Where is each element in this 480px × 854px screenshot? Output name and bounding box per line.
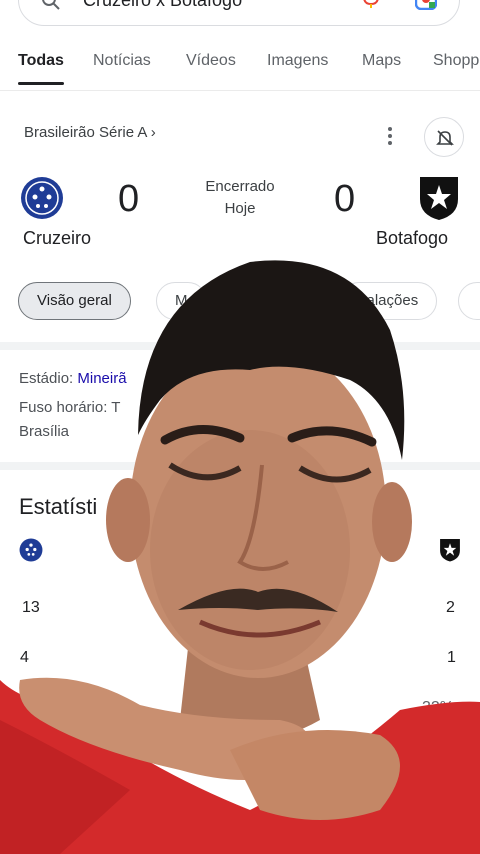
follow-button[interactable] [424,117,464,157]
tab-imagens[interactable]: Imagens [267,52,328,70]
more-options-icon[interactable] [380,124,400,153]
mic-icon[interactable] [363,0,379,14]
search-query[interactable]: Cruzeiro x Botafogo [83,0,242,11]
tab-videos[interactable]: Vídeos [186,52,236,70]
search-tabs: Todas Notícias Vídeos Imagens Maps Shopp [0,52,480,92]
away-team-name[interactable]: Botafogo [376,228,448,249]
home-team-name[interactable]: Cruzeiro [23,228,91,249]
league-link[interactable]: Brasileirão Série A › [24,124,156,141]
tab-todas[interactable]: Todas [18,52,64,70]
cruzeiro-logo[interactable] [20,176,64,225]
tab-maps[interactable]: Maps [362,52,401,70]
camera-overlay-person [0,260,480,854]
match-status: Encerrado [205,178,275,195]
bell-off-icon [436,130,454,146]
home-score: 0 [118,178,140,220]
lens-icon[interactable] [414,0,438,15]
away-score: 0 [334,178,356,220]
botafogo-logo[interactable] [418,175,460,226]
divider [0,90,480,91]
tab-shopping[interactable]: Shopp [433,52,479,70]
tab-noticias[interactable]: Notícias [93,52,151,70]
search-icon [41,0,61,16]
search-bar[interactable]: Cruzeiro x Botafogo [18,0,460,26]
active-tab-indicator [18,82,64,85]
match-date: Hoje [224,200,256,217]
